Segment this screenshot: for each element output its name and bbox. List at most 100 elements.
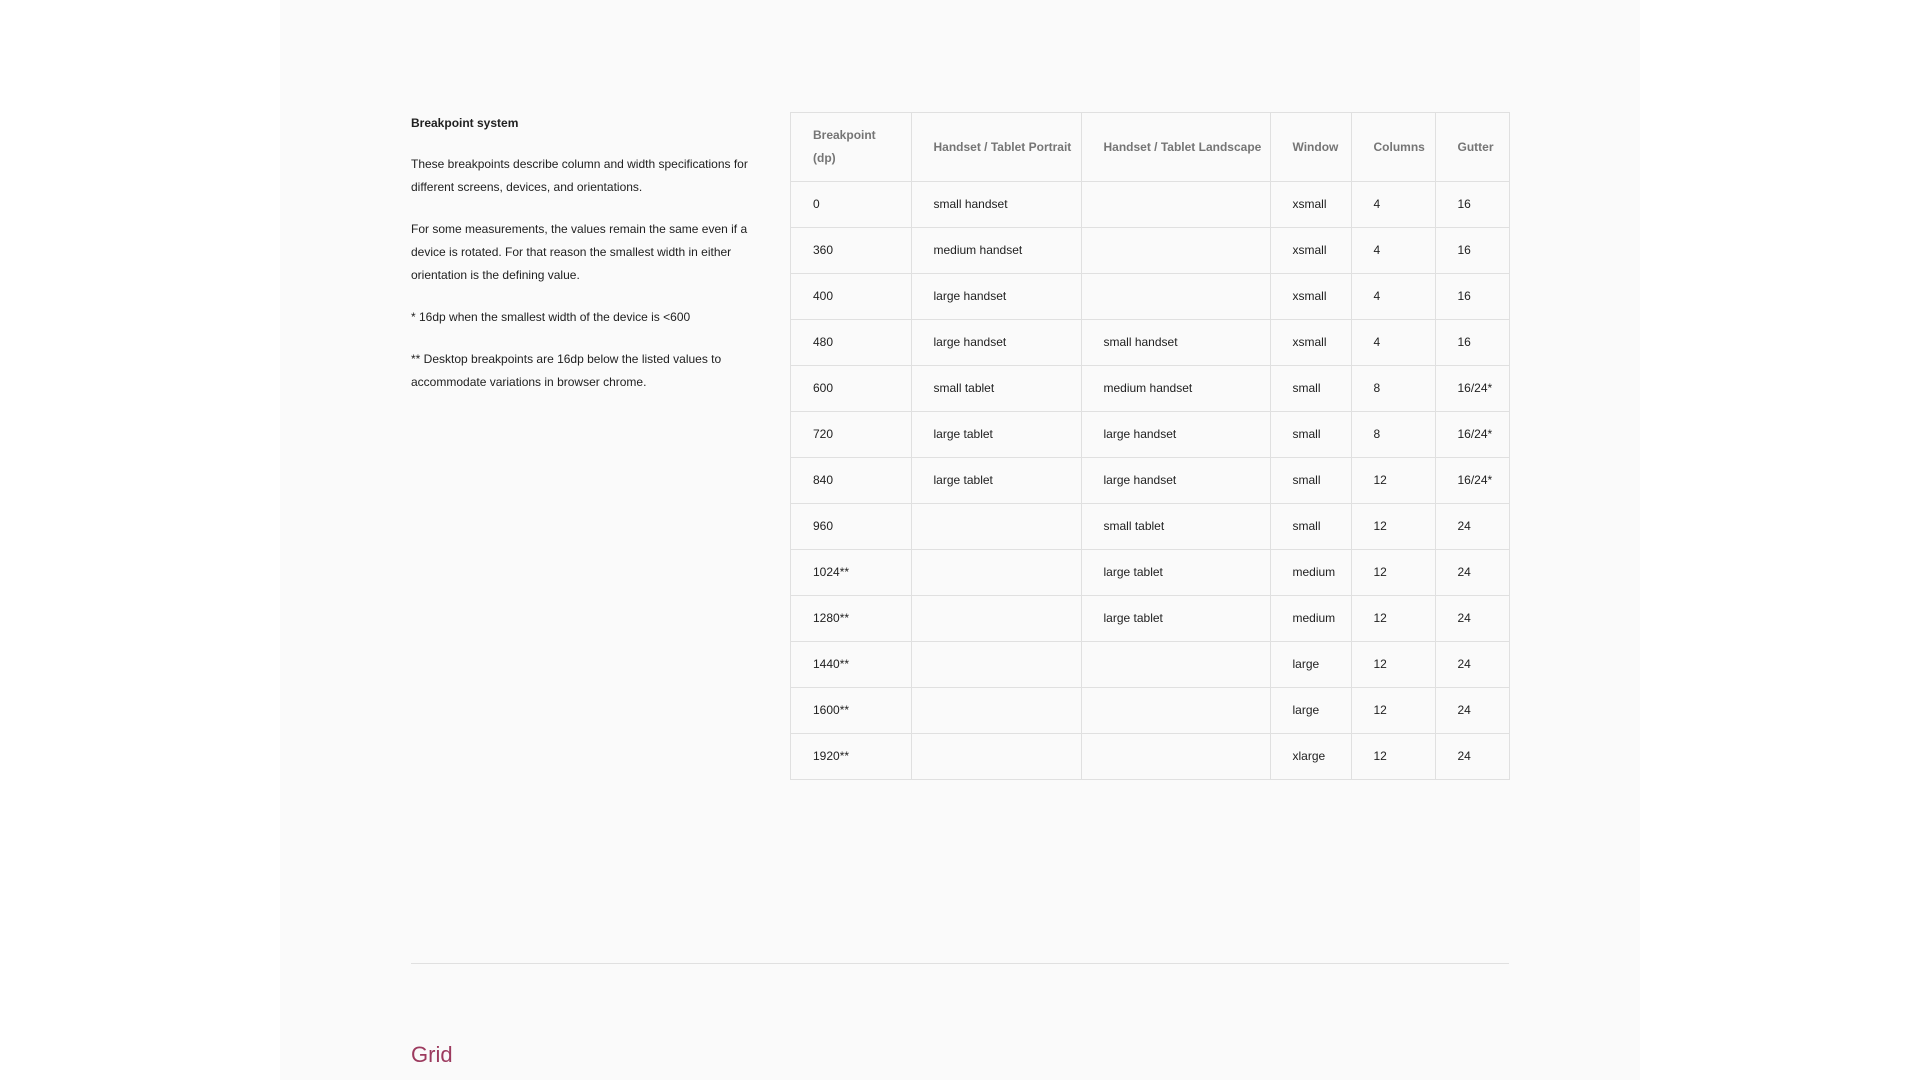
cell-window: medium bbox=[1270, 595, 1352, 642]
table-row: 1440** large 12 24 bbox=[791, 641, 1509, 688]
cell-columns: 12 bbox=[1351, 457, 1436, 504]
cell-window: small bbox=[1270, 365, 1352, 412]
breakpoint-table: Breakpoint (dp) Handset / Tablet Portrai… bbox=[791, 113, 1509, 779]
footnote-single-asterisk: * 16dp when the smallest width of the de… bbox=[411, 310, 691, 324]
cell-window: small bbox=[1270, 457, 1352, 504]
cell-breakpoint: 840 bbox=[791, 457, 912, 504]
cell-columns: 12 bbox=[1351, 733, 1436, 779]
table-row: 1280** large tablet medium 12 24 bbox=[791, 595, 1509, 642]
cell-breakpoint: 360 bbox=[791, 227, 912, 274]
cell-landscape bbox=[1081, 687, 1271, 734]
cell-window: xsmall bbox=[1270, 319, 1352, 366]
column-header-columns: Columns bbox=[1351, 113, 1436, 182]
cell-breakpoint: 600 bbox=[791, 365, 912, 412]
cell-breakpoint: 720 bbox=[791, 411, 912, 458]
cell-window: medium bbox=[1270, 549, 1352, 596]
cell-window: xlarge bbox=[1270, 733, 1352, 779]
cell-portrait bbox=[911, 733, 1082, 779]
cell-landscape bbox=[1081, 227, 1271, 274]
cell-columns: 4 bbox=[1351, 227, 1436, 274]
column-header-window: Window bbox=[1270, 113, 1352, 182]
cell-landscape bbox=[1081, 641, 1271, 688]
cell-window: large bbox=[1270, 641, 1352, 688]
cell-breakpoint: 1600** bbox=[791, 687, 912, 734]
cell-gutter: 16 bbox=[1435, 273, 1509, 320]
table-row: 600 small tablet medium handset small 8 16/24… bbox=[791, 365, 1509, 412]
cell-portrait: large tablet bbox=[911, 411, 1082, 458]
column-header-landscape: Handset / Tablet Landscape bbox=[1081, 113, 1271, 182]
cell-gutter: 24 bbox=[1435, 641, 1509, 688]
cell-columns: 8 bbox=[1351, 411, 1436, 458]
cell-gutter: 24 bbox=[1457, 749, 1471, 763]
cell-landscape: large handset bbox=[1081, 457, 1271, 504]
table-body: 0 small handset xsmall 4 16 360 medium handset… bbox=[791, 181, 1509, 779]
cell-columns: 12 bbox=[1351, 641, 1436, 688]
cell-portrait bbox=[911, 503, 1082, 550]
table-row: 960 small tablet small 12 24 bbox=[791, 503, 1509, 550]
cell-portrait: small tablet bbox=[911, 365, 1082, 412]
cell-portrait: large tablet bbox=[911, 457, 1082, 504]
cell-window: small bbox=[1270, 411, 1352, 458]
cell-gutter: 16 bbox=[1435, 181, 1509, 228]
cell-columns: 4 bbox=[1351, 273, 1436, 320]
column-header-gutter: Gutter bbox=[1435, 113, 1509, 182]
cell-gutter: 16/24* bbox=[1435, 411, 1509, 458]
table-row: 1920** xlarge 12 24 bbox=[791, 733, 1509, 779]
cell-landscape bbox=[1081, 733, 1271, 779]
cell-window: small bbox=[1270, 503, 1352, 550]
cell-landscape bbox=[1081, 181, 1271, 228]
cell-landscape: large tablet bbox=[1081, 595, 1271, 642]
table-row: 0 small handset xsmall 4 16 bbox=[791, 181, 1509, 228]
cell-landscape: medium handset bbox=[1081, 365, 1271, 412]
breakpoint-table-container: Breakpoint (dp) Handset / Tablet Portrai… bbox=[790, 112, 1510, 780]
section-divider bbox=[411, 963, 1509, 964]
cell-window: xsmall bbox=[1270, 181, 1352, 228]
cell-breakpoint: 0 bbox=[791, 181, 912, 228]
grid-section-title: Grid bbox=[411, 1042, 453, 1067]
table-row: 1024** large tablet medium 12 24 bbox=[791, 549, 1509, 596]
cell-breakpoint: 1024** bbox=[791, 549, 912, 596]
table-row: 720 large tablet large handset small 8 16/24* bbox=[791, 411, 1509, 458]
cell-columns: 12 bbox=[1351, 687, 1436, 734]
footnote-double-asterisk: ** Desktop breakpoints are 16dp below th… bbox=[411, 352, 722, 389]
table-row: 840 large tablet large handset small 12 16/24… bbox=[791, 457, 1509, 504]
cell-gutter: 24 bbox=[1435, 687, 1509, 734]
cell-landscape: large handset bbox=[1081, 411, 1271, 458]
description-paragraph: For some measurements, the values remain… bbox=[411, 222, 748, 282]
cell-breakpoint: 1920** bbox=[791, 733, 912, 779]
cell-window: xsmall bbox=[1270, 273, 1352, 320]
cell-landscape: small tablet bbox=[1081, 503, 1271, 550]
cell-columns: 8 bbox=[1351, 365, 1436, 412]
cell-portrait: large handset bbox=[911, 273, 1082, 320]
table-row: 360 medium handset xsmall 4 16 bbox=[791, 227, 1509, 274]
section-heading: Breakpoint system bbox=[411, 116, 519, 130]
description-paragraph: These breakpoints describe column and wi… bbox=[411, 157, 748, 194]
cell-gutter: 16 bbox=[1435, 319, 1509, 366]
cell-columns: 12 bbox=[1351, 595, 1436, 642]
cell-gutter: 24 bbox=[1435, 595, 1509, 642]
cell-portrait bbox=[911, 549, 1082, 596]
cell-columns: 12 bbox=[1351, 549, 1436, 596]
cell-gutter: 24 bbox=[1435, 549, 1509, 596]
column-header-breakpoint: Breakpoint (dp) bbox=[791, 113, 912, 182]
cell-columns: 4 bbox=[1351, 181, 1436, 228]
breakpoint-description: Breakpoint system These breakpoints desc… bbox=[411, 112, 756, 413]
table-row: 480 large handset small handset xsmall 4 16 bbox=[791, 319, 1509, 366]
table-header-row: Breakpoint (dp) Handset / Tablet Portrai… bbox=[791, 113, 1509, 182]
cell-columns: 4 bbox=[1351, 319, 1436, 366]
table-row: 400 large handset xsmall 4 16 bbox=[791, 273, 1509, 320]
cell-portrait bbox=[911, 641, 1082, 688]
cell-gutter: 16/24* bbox=[1435, 457, 1509, 504]
cell-breakpoint: 400 bbox=[791, 273, 912, 320]
cell-window: xsmall bbox=[1270, 227, 1352, 274]
cell-landscape bbox=[1081, 273, 1271, 320]
cell-portrait: small handset bbox=[911, 181, 1082, 228]
cell-breakpoint: 1440** bbox=[791, 641, 912, 688]
cell-landscape: small handset bbox=[1081, 319, 1271, 366]
cell-gutter: 16 bbox=[1435, 227, 1509, 274]
cell-breakpoint: 1280** bbox=[791, 595, 912, 642]
cell-portrait bbox=[911, 595, 1082, 642]
table-row: 1600** large 12 24 bbox=[791, 687, 1509, 734]
cell-gutter: 16/24* bbox=[1435, 365, 1509, 412]
cell-breakpoint: 480 bbox=[791, 319, 912, 366]
